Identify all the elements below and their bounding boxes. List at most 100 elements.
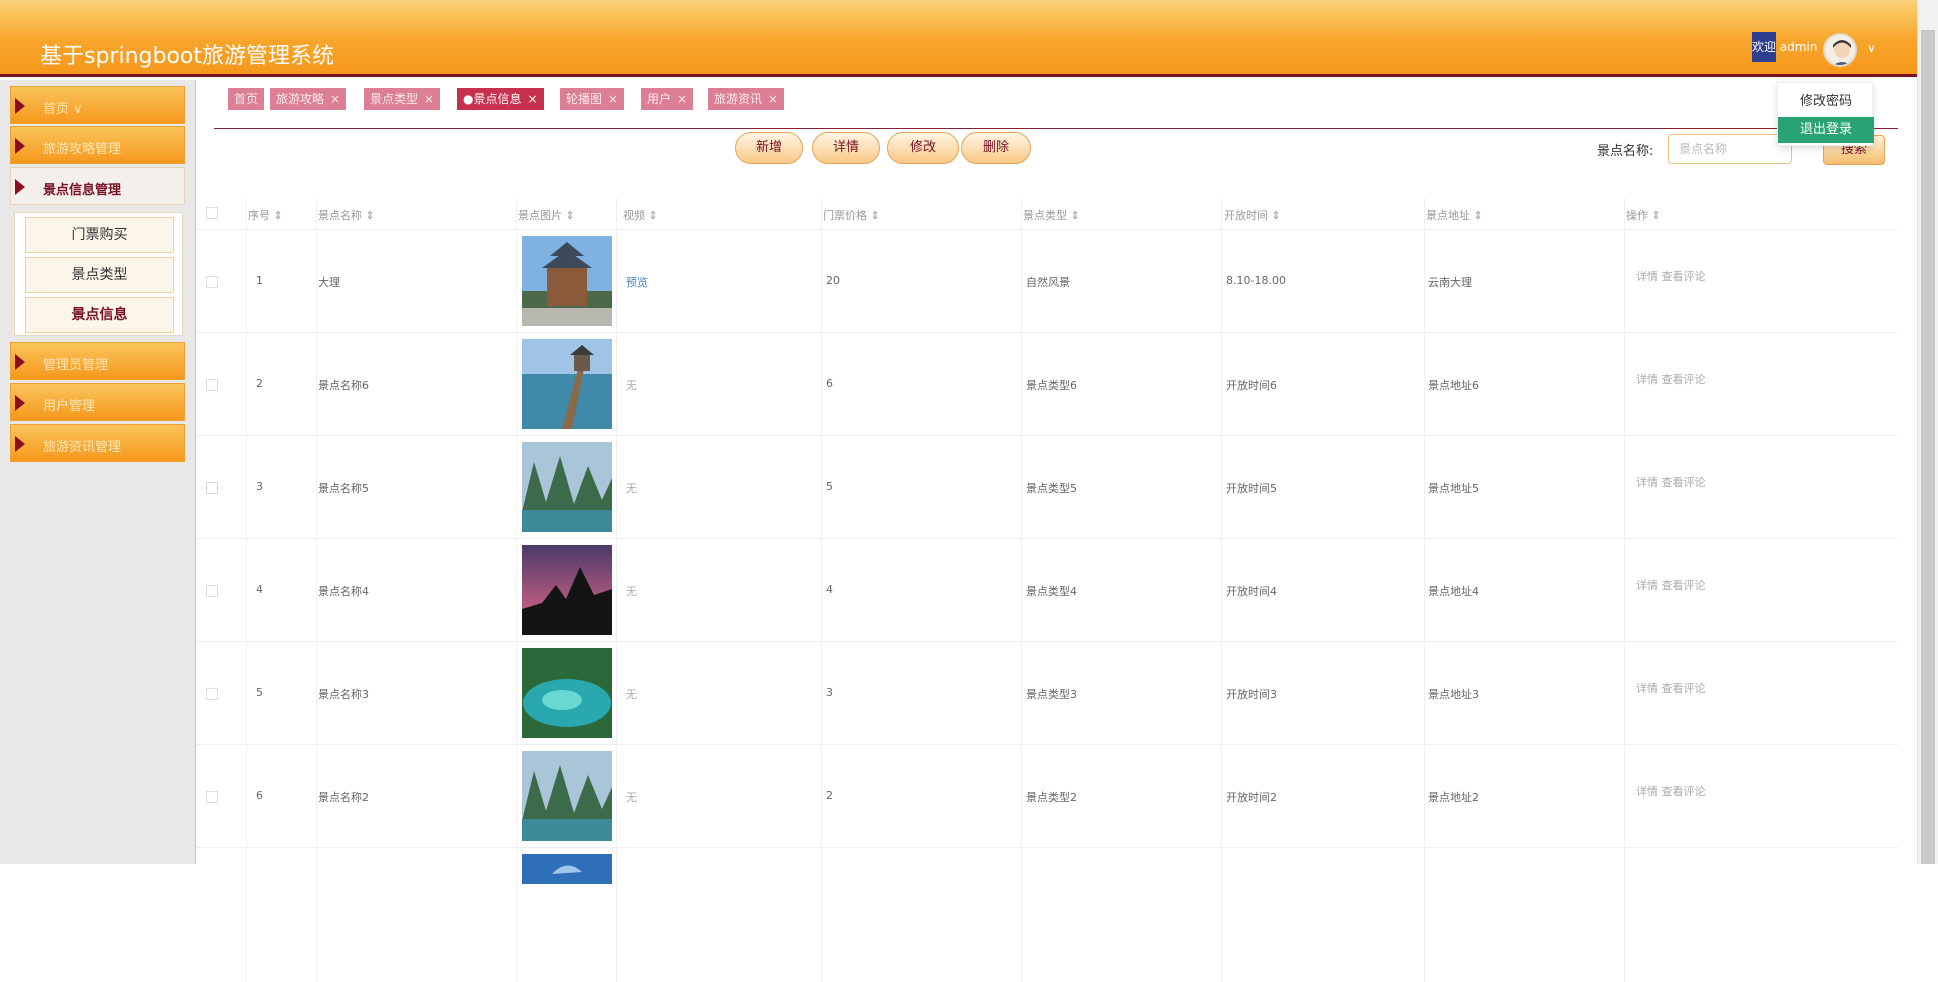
scenic-image bbox=[522, 751, 612, 841]
cell-no: 5 bbox=[256, 686, 263, 699]
app-title: 基于springboot旅游管理系统 bbox=[40, 44, 335, 69]
detail-button[interactable]: 详情 bbox=[812, 132, 880, 164]
add-button[interactable]: 新增 bbox=[735, 132, 803, 164]
cell-time: 开放时间2 bbox=[1226, 791, 1277, 804]
tab-scenic-info[interactable]: ●景点信息 × bbox=[457, 88, 544, 110]
tab-travel-guide[interactable]: 旅游攻略 × bbox=[270, 88, 347, 110]
cell-no: 4 bbox=[256, 583, 263, 596]
cell-price: 4 bbox=[826, 583, 833, 596]
cell-type: 景点类型3 bbox=[1026, 688, 1077, 701]
cell-address: 景点地址4 bbox=[1428, 585, 1479, 598]
cell-type: 景点类型5 bbox=[1026, 482, 1077, 495]
scrollbar[interactable] bbox=[1917, 0, 1938, 864]
cell-time: 8.10-18.00 bbox=[1226, 274, 1286, 287]
sidebar-item-travel-guide[interactable]: 旅游攻略管理 bbox=[10, 126, 185, 164]
video-preview-link[interactable]: 预览 bbox=[626, 274, 648, 290]
row-actions[interactable]: 详情 查看评论 bbox=[1636, 371, 1706, 387]
scrollbar-thumb[interactable] bbox=[1921, 30, 1935, 864]
close-icon[interactable]: × bbox=[424, 92, 434, 106]
scenic-image bbox=[522, 545, 612, 635]
col-header-price[interactable]: 门票价格 ⇕ bbox=[823, 207, 880, 223]
row-actions[interactable]: 详情 查看评论 bbox=[1636, 268, 1706, 284]
tab-users[interactable]: 用户 × bbox=[641, 88, 694, 110]
col-header-ops[interactable]: 操作 ⇕ bbox=[1626, 207, 1661, 223]
close-icon[interactable]: × bbox=[608, 92, 618, 106]
select-all-checkbox[interactable] bbox=[206, 207, 218, 219]
row-checkbox[interactable] bbox=[206, 379, 218, 391]
cell-time: 开放时间4 bbox=[1226, 585, 1277, 598]
user-greeting[interactable]: 欢迎 admin bbox=[1752, 32, 1818, 62]
close-icon[interactable]: × bbox=[330, 92, 340, 106]
divider bbox=[214, 128, 1898, 129]
col-header-name[interactable]: 景点名称 ⇕ bbox=[318, 207, 375, 223]
cell-price: 3 bbox=[826, 686, 833, 699]
cell-name: 景点名称5 bbox=[318, 482, 369, 495]
close-icon[interactable]: × bbox=[527, 92, 537, 106]
row-actions[interactable]: 详情 查看评论 bbox=[1636, 577, 1706, 593]
chevron-down-icon[interactable]: ∨ bbox=[1867, 41, 1876, 55]
sidebar-item-scenic-info[interactable]: 景点信息管理 bbox=[10, 167, 185, 205]
triangle-right-icon bbox=[15, 354, 25, 370]
submenu: 门票购买 景点类型 景点信息 bbox=[14, 212, 183, 336]
col-header-time[interactable]: 开放时间 ⇕ bbox=[1224, 207, 1281, 223]
app-header: 基于springboot旅游管理系统 欢迎 admin ∨ bbox=[0, 0, 1938, 77]
greeting-user: admin bbox=[1776, 40, 1818, 54]
avatar[interactable] bbox=[1823, 33, 1857, 67]
cell-name: 景点名称4 bbox=[318, 585, 369, 598]
tab-home[interactable]: 首页 bbox=[228, 88, 265, 110]
sidebar-item-users[interactable]: 用户管理 bbox=[10, 383, 185, 421]
cell-time: 开放时间6 bbox=[1226, 379, 1277, 392]
sidebar: 首页 ∨ 旅游攻略管理 景点信息管理 门票购买 景点类型 景点信息 管理员管理 … bbox=[0, 80, 195, 864]
tab-carousel[interactable]: 轮播图 × bbox=[560, 88, 625, 110]
tab-scenic-type[interactable]: 景点类型 × bbox=[364, 88, 441, 110]
user-dropdown: 修改密码 退出登录 bbox=[1777, 82, 1874, 146]
col-header-image[interactable]: 景点图片 ⇕ bbox=[518, 207, 575, 223]
submenu-item-ticket[interactable]: 门票购买 bbox=[25, 217, 174, 253]
cell-name: 景点名称6 bbox=[318, 379, 369, 392]
scenic-image bbox=[522, 236, 612, 326]
triangle-right-icon bbox=[15, 395, 25, 411]
col-header-address[interactable]: 景点地址 ⇕ bbox=[1426, 207, 1483, 223]
cell-type: 景点类型4 bbox=[1026, 585, 1077, 598]
submenu-item-scenic-info[interactable]: 景点信息 bbox=[25, 297, 174, 333]
cell-name: 大理 bbox=[318, 276, 340, 289]
row-actions[interactable]: 详情 查看评论 bbox=[1636, 474, 1706, 490]
row-checkbox[interactable] bbox=[206, 688, 218, 700]
col-header-no[interactable]: 序号 ⇕ bbox=[248, 207, 283, 223]
scenic-image bbox=[522, 854, 612, 884]
cell-type: 景点类型6 bbox=[1026, 379, 1077, 392]
table-row: 1 大理 预览 20 自然风景 8.10-18.00 云南大理 详情 查看评论 bbox=[196, 230, 1898, 333]
sidebar-item-label: 用户管理 bbox=[43, 399, 96, 414]
row-actions[interactable]: 详情 查看评论 bbox=[1636, 783, 1706, 799]
row-checkbox[interactable] bbox=[206, 482, 218, 494]
delete-button[interactable]: 删除 bbox=[961, 132, 1031, 164]
sidebar-item-label: 管理员管理 bbox=[43, 358, 109, 373]
row-checkbox[interactable] bbox=[206, 791, 218, 803]
row-actions[interactable]: 详情 查看评论 bbox=[1636, 680, 1706, 696]
triangle-right-icon bbox=[15, 98, 25, 114]
close-icon[interactable]: × bbox=[768, 92, 778, 106]
col-header-type[interactable]: 景点类型 ⇕ bbox=[1023, 207, 1080, 223]
sidebar-item-admin[interactable]: 管理员管理 bbox=[10, 342, 185, 380]
change-password-item[interactable]: 修改密码 bbox=[1778, 89, 1874, 115]
cell-address: 景点地址5 bbox=[1428, 482, 1479, 495]
edit-button[interactable]: 修改 bbox=[887, 132, 959, 164]
tab-news[interactable]: 旅游资讯 × bbox=[708, 88, 785, 110]
sidebar-item-home[interactable]: 首页 ∨ bbox=[10, 86, 185, 124]
sidebar-item-news[interactable]: 旅游资讯管理 bbox=[10, 424, 185, 462]
close-icon[interactable]: × bbox=[677, 92, 687, 106]
submenu-item-scenic-type[interactable]: 景点类型 bbox=[25, 257, 174, 293]
cell-name: 景点名称3 bbox=[318, 688, 369, 701]
triangle-right-icon bbox=[15, 138, 25, 154]
cell-address: 云南大理 bbox=[1428, 276, 1472, 289]
search-input[interactable]: 景点名称 bbox=[1668, 134, 1792, 164]
table-row: 3 景点名称5 无 5 景点类型5 开放时间5 景点地址5 详情 查看评论 bbox=[196, 436, 1898, 539]
row-checkbox[interactable] bbox=[206, 276, 218, 288]
col-header-video[interactable]: 视频 ⇕ bbox=[623, 207, 658, 223]
table-row: 2 景点名称6 无 6 景点类型6 开放时间6 景点地址6 详情 查看评论 bbox=[196, 333, 1898, 436]
cell-type: 景点类型2 bbox=[1026, 791, 1077, 804]
cell-time: 开放时间5 bbox=[1226, 482, 1277, 495]
cell-time: 开放时间3 bbox=[1226, 688, 1277, 701]
logout-item[interactable]: 退出登录 bbox=[1778, 117, 1874, 143]
row-checkbox[interactable] bbox=[206, 585, 218, 597]
